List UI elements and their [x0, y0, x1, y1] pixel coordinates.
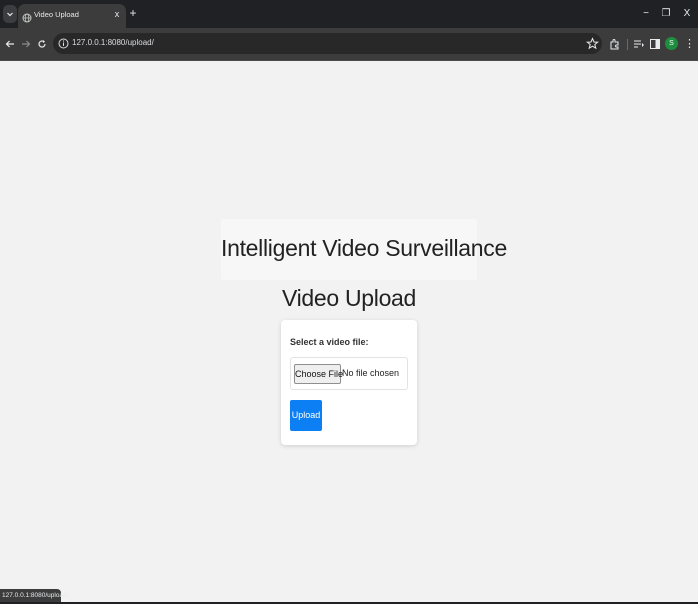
browser-menu-icon[interactable]: ⋮ — [684, 37, 695, 51]
minimize-button[interactable]: − — [639, 7, 653, 21]
file-input-label: Select a video file: — [290, 337, 369, 347]
page-viewport: Intelligent Video Surveillance Video Upl… — [0, 61, 698, 604]
tab-video-upload[interactable]: Video Upload x — [18, 4, 126, 28]
tab-close-icon[interactable]: x — [112, 8, 122, 20]
address-bar[interactable]: 127.0.0.1:8080/upload/ — [53, 33, 602, 54]
app-title: Intelligent Video Surveillance — [221, 235, 507, 261]
url-text[interactable]: 127.0.0.1:8080/upload/ — [72, 38, 154, 47]
browser-toolbar: 127.0.0.1:8080/upload/ S ⋮ — [0, 28, 698, 60]
tab-strip: Video Upload x + − ❐ X — [0, 0, 698, 28]
profile-avatar[interactable]: S — [665, 37, 678, 50]
playlist-icon[interactable] — [633, 38, 645, 50]
star-icon[interactable] — [585, 37, 600, 50]
file-input[interactable]: Choose File No file chosen — [290, 357, 408, 390]
globe-icon — [22, 10, 32, 23]
forward-arrow-icon[interactable] — [19, 37, 33, 51]
app-banner: Intelligent Video Surveillance — [221, 219, 507, 280]
new-tab-button[interactable]: + — [127, 7, 139, 19]
page-title: Video Upload — [281, 285, 417, 311]
reload-icon[interactable] — [35, 37, 49, 51]
choose-file-button[interactable]: Choose File — [294, 364, 343, 384]
site-info-icon[interactable] — [57, 37, 70, 50]
toolbar-divider — [627, 39, 628, 50]
extensions-icon[interactable] — [609, 38, 621, 50]
file-status-text: No file chosen — [342, 368, 400, 378]
upload-button[interactable]: Upload — [290, 400, 322, 431]
status-bar-url: 127.0.0.1:8080/upload/ — [0, 589, 69, 602]
side-panel-icon[interactable] — [649, 38, 661, 50]
restore-button[interactable]: ❐ — [659, 7, 673, 21]
tab-title: Video Upload — [34, 10, 79, 19]
back-arrow-icon[interactable] — [3, 37, 17, 51]
close-window-button[interactable]: X — [680, 7, 694, 21]
upload-form-card: Select a video file: Choose File No file… — [281, 320, 417, 445]
tab-search-icon[interactable] — [3, 5, 17, 23]
